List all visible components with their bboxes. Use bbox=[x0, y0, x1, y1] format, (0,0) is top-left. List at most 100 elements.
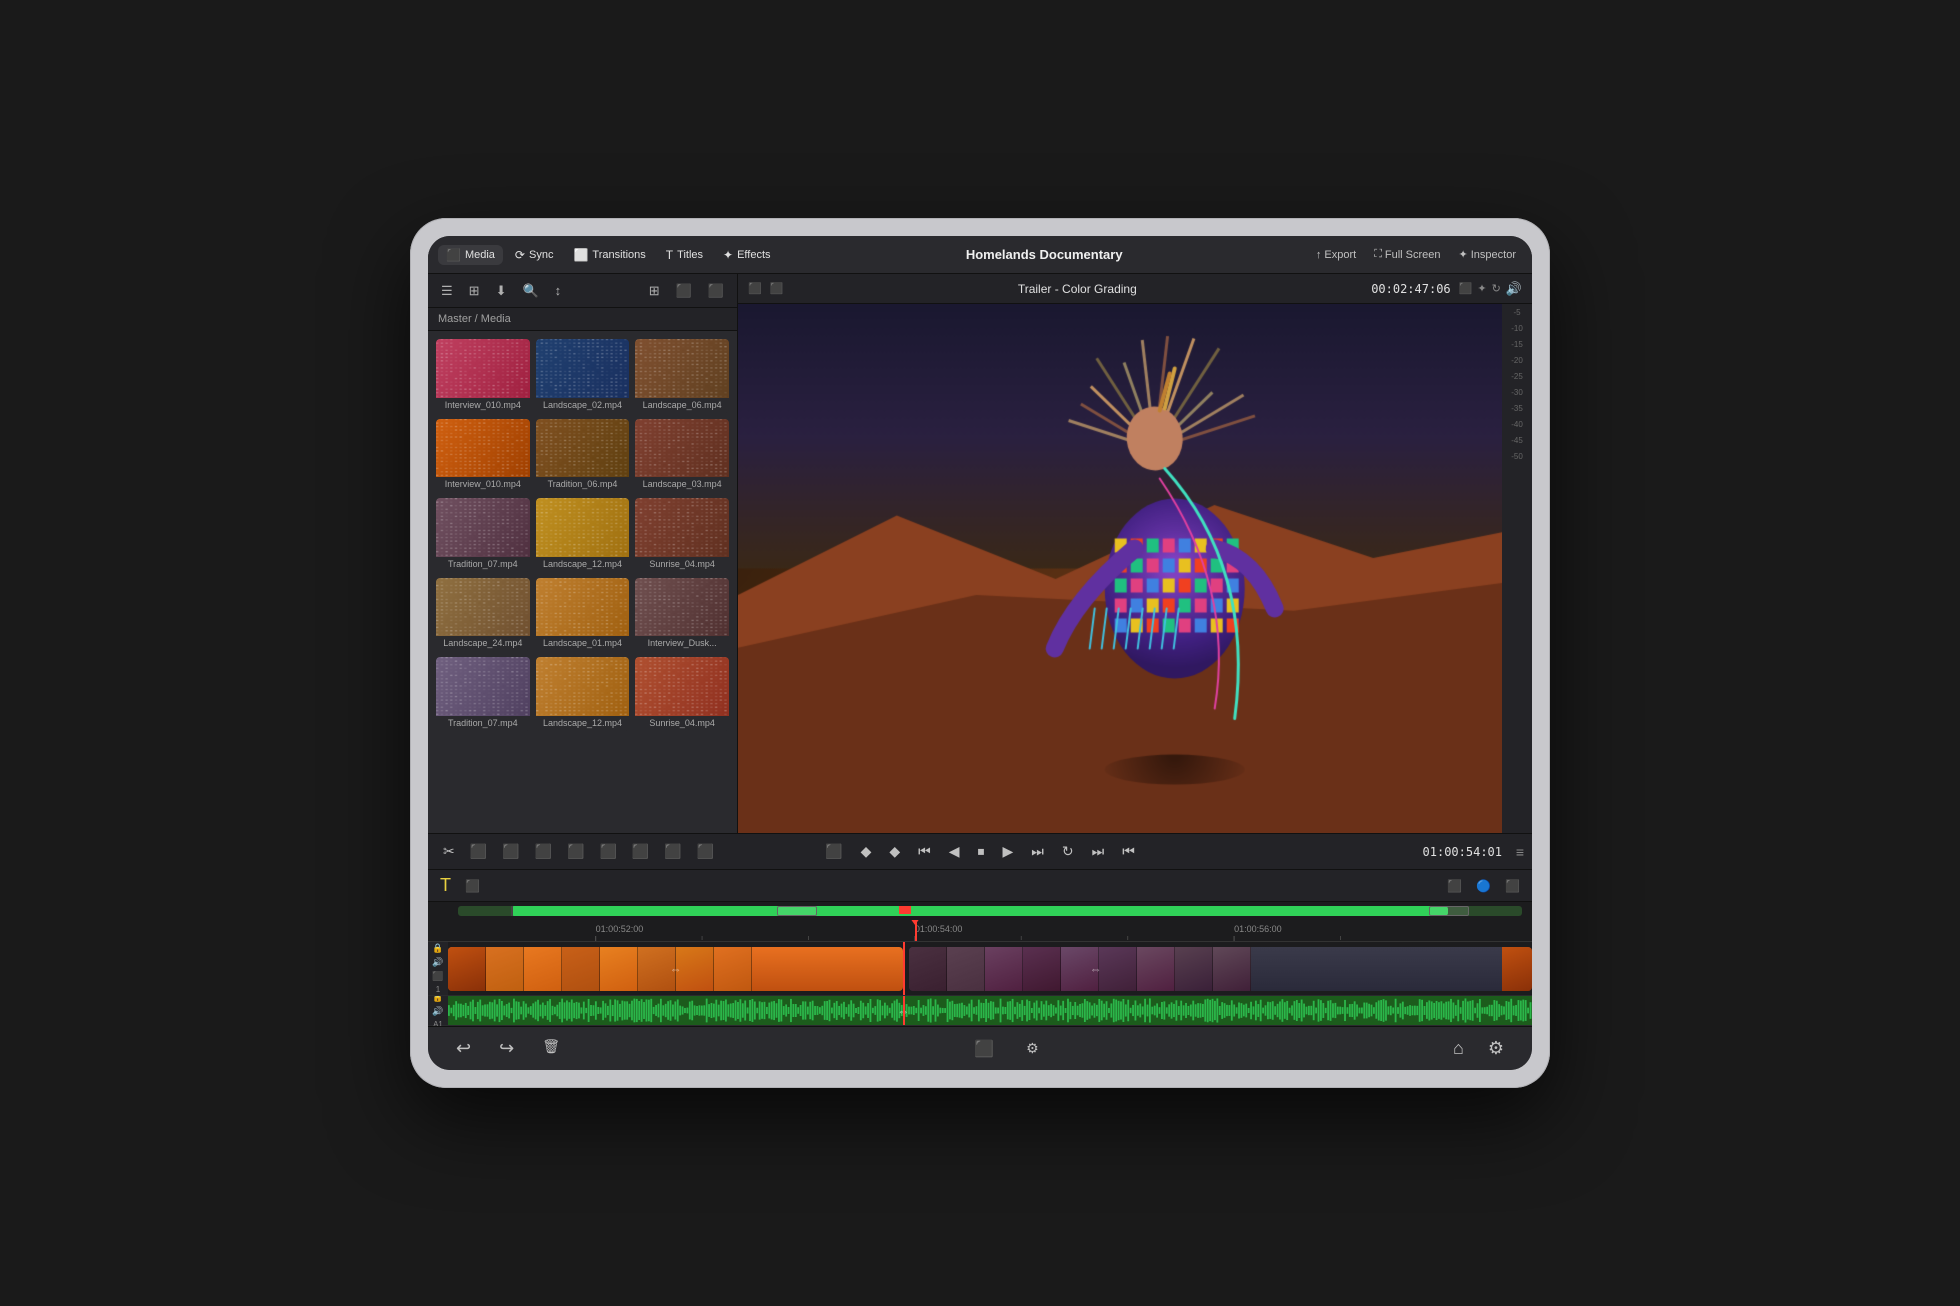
magnetic-btn[interactable]: ⬛ bbox=[1443, 877, 1466, 895]
fullscreen-button[interactable]: ⛶ Full Screen bbox=[1368, 246, 1446, 263]
lock-track-btn[interactable]: 🔒 bbox=[432, 943, 443, 954]
zoom-tool[interactable]: ⬛ bbox=[627, 840, 654, 863]
breadcrumb: Master / Media bbox=[428, 308, 737, 331]
ruler-track: 01:00:52:00 01:00:54:00 01:00:56:00 bbox=[468, 920, 1532, 941]
volume-icon[interactable]: 🔊 bbox=[1506, 281, 1522, 297]
info-btn[interactable]: ⬛ bbox=[703, 280, 729, 302]
media-item-0[interactable]: Interview_010.mp4 bbox=[436, 339, 530, 413]
left-panel: ☰ ⊞ ⬇ 🔍 ↕ ⊞ ⬛ ⬛ Master / Media Interview… bbox=[428, 274, 738, 833]
stop-btn[interactable]: ⏹ bbox=[973, 840, 990, 863]
lock-btn[interactable]: 🔵 bbox=[1472, 877, 1495, 895]
scale-mark-9: -50 bbox=[1511, 453, 1523, 461]
filter-sort-btn[interactable]: ↕ bbox=[550, 280, 567, 301]
media-item-9[interactable]: Landscape_24.mp4 bbox=[436, 578, 530, 652]
home-btn[interactable]: ⌂ bbox=[1445, 1034, 1472, 1063]
media-thumb-canvas-1 bbox=[536, 339, 630, 398]
position-tool[interactable]: ⬛ bbox=[530, 840, 557, 863]
redo-btn[interactable]: ↪ bbox=[491, 1034, 522, 1063]
video-clip-dark[interactable]: ⇔ bbox=[909, 947, 1532, 991]
sync-tab[interactable]: ⟳ Sync bbox=[507, 245, 562, 265]
media-label-14: Sunrise_04.mp4 bbox=[635, 716, 729, 731]
clip-link-btn[interactable]: ⬛ bbox=[1501, 877, 1524, 895]
export-button[interactable]: ↑ Export bbox=[1310, 247, 1362, 263]
media-item-13[interactable]: Landscape_12.mp4 bbox=[536, 657, 630, 731]
play-back-btn[interactable]: ◀ bbox=[944, 840, 965, 863]
video-track-content[interactable]: ⇔ bbox=[448, 942, 1532, 995]
media-item-4[interactable]: Tradition_06.mp4 bbox=[536, 419, 630, 493]
settings-btn[interactable]: ⚙ bbox=[1480, 1034, 1512, 1063]
keyframe-next-btn[interactable]: ◆ bbox=[884, 840, 905, 863]
share-btn[interactable]: ⚙ bbox=[1018, 1036, 1047, 1061]
connect-mode-btn[interactable]: ⬛ bbox=[461, 877, 484, 895]
import-btn[interactable]: ⊞ bbox=[644, 280, 665, 302]
secondary-toolbar: ☰ ⊞ ⬇ 🔍 ↕ ⊞ ⬛ ⬛ bbox=[428, 274, 737, 308]
overview-track[interactable] bbox=[458, 906, 1522, 916]
media-thumb-canvas-11 bbox=[635, 578, 729, 637]
hand-tool[interactable]: ⬛ bbox=[659, 840, 686, 863]
titles-tab[interactable]: T Titles bbox=[658, 245, 711, 265]
effects-tab[interactable]: ✦ Effects bbox=[715, 245, 779, 265]
overview-playhead bbox=[899, 906, 911, 914]
insert-mode-btn[interactable]: T bbox=[436, 873, 455, 898]
view-btn-list[interactable]: ☰ bbox=[436, 280, 458, 302]
skip-back-btn[interactable]: ⏮ bbox=[1117, 840, 1140, 863]
media-item-12[interactable]: Tradition_07.mp4 bbox=[436, 657, 530, 731]
skip-forward-btn[interactable]: ⏭ bbox=[1087, 840, 1110, 863]
media-label-1: Landscape_02.mp4 bbox=[536, 398, 630, 413]
preview-transform-btn[interactable]: ⬛ bbox=[770, 282, 784, 295]
media-item-10[interactable]: Landscape_01.mp4 bbox=[536, 578, 630, 652]
clip-options-btn[interactable]: ⬛ bbox=[671, 280, 697, 302]
media-item-7[interactable]: Landscape_12.mp4 bbox=[536, 498, 630, 572]
scale-marks: -5-10-15-20-25-30-35-40-45-50 bbox=[1502, 304, 1532, 833]
sort-btn[interactable]: ⬇ bbox=[491, 280, 512, 302]
loop-btn[interactable]: ↻ bbox=[1057, 840, 1079, 863]
range-handle-left[interactable] bbox=[777, 906, 817, 916]
blade-tool[interactable]: ⬛ bbox=[594, 840, 621, 863]
range-tool[interactable]: ⬛ bbox=[562, 840, 589, 863]
transitions-tab[interactable]: ⬜ Transitions bbox=[565, 245, 653, 265]
undo-btn[interactable]: ↩ bbox=[448, 1034, 479, 1063]
inspector-button[interactable]: ✦ Inspector bbox=[1453, 246, 1522, 263]
select-clip-tool[interactable]: ⬛ bbox=[692, 840, 719, 863]
media-item-11[interactable]: Interview_Dusk... bbox=[635, 578, 729, 652]
preview-title: Trailer - Color Grading bbox=[791, 282, 1363, 296]
connect-tool[interactable]: ⬛ bbox=[465, 840, 492, 863]
media-item-2[interactable]: Landscape_06.mp4 bbox=[635, 339, 729, 413]
rotate-icon[interactable]: ↻ bbox=[1492, 282, 1501, 295]
media-thumb-canvas-3 bbox=[436, 419, 530, 478]
audio-track-btn[interactable]: 🔊 bbox=[432, 957, 443, 968]
go-start-btn[interactable]: ⏮ bbox=[913, 840, 936, 863]
search-btn[interactable]: 🔍 bbox=[517, 280, 543, 302]
audio-vol-btn[interactable]: 🔊 bbox=[432, 1006, 443, 1017]
trim-tool[interactable]: ⬛ bbox=[497, 840, 524, 863]
overview-bar bbox=[428, 902, 1532, 920]
media-item-5[interactable]: Landscape_03.mp4 bbox=[635, 419, 729, 493]
media-tab[interactable]: ⬛ Media bbox=[438, 245, 503, 265]
track-playhead bbox=[903, 942, 905, 995]
view-btn-grid[interactable]: ⊞ bbox=[464, 280, 485, 302]
range-handle-right[interactable] bbox=[1429, 906, 1469, 916]
magic-icon[interactable]: ✦ bbox=[1477, 282, 1486, 295]
media-item-1[interactable]: Landscape_02.mp4 bbox=[536, 339, 630, 413]
media-item-14[interactable]: Sunrise_04.mp4 bbox=[635, 657, 729, 731]
compare-icon[interactable]: ⬛ bbox=[1459, 282, 1473, 295]
play-btn[interactable]: ▶ bbox=[998, 840, 1019, 863]
go-end-btn[interactable]: ⏭ bbox=[1026, 840, 1049, 863]
media-label-0: Interview_010.mp4 bbox=[436, 398, 530, 413]
video-clip-orange[interactable]: ⇔ bbox=[448, 947, 903, 991]
media-item-6[interactable]: Tradition_07.mp4 bbox=[436, 498, 530, 572]
keyframe-prev-btn[interactable]: ◆ bbox=[856, 840, 877, 863]
media-label-7: Landscape_12.mp4 bbox=[536, 557, 630, 572]
media-item-8[interactable]: Sunrise_04.mp4 bbox=[635, 498, 729, 572]
bottom-left-controls: ↩ ↪ 🗑 bbox=[448, 1034, 568, 1063]
audio-waveform[interactable]: ⇔ bbox=[448, 996, 1532, 1025]
media-thumb-canvas-4 bbox=[536, 419, 630, 478]
media-thumb-canvas-6 bbox=[436, 498, 530, 557]
clip-track-btn[interactable]: ⬛ bbox=[432, 971, 443, 982]
delete-btn[interactable]: 🗑 bbox=[534, 1034, 568, 1063]
select-icon[interactable]: ⬛ bbox=[820, 840, 847, 863]
timeline-menu-btn[interactable]: ≡ bbox=[1516, 844, 1524, 860]
cut-tool[interactable]: ✂ bbox=[438, 840, 460, 863]
timeline-mode-btn[interactable]: ⬛ bbox=[966, 1035, 1002, 1063]
media-item-3[interactable]: Interview_010.mp4 bbox=[436, 419, 530, 493]
